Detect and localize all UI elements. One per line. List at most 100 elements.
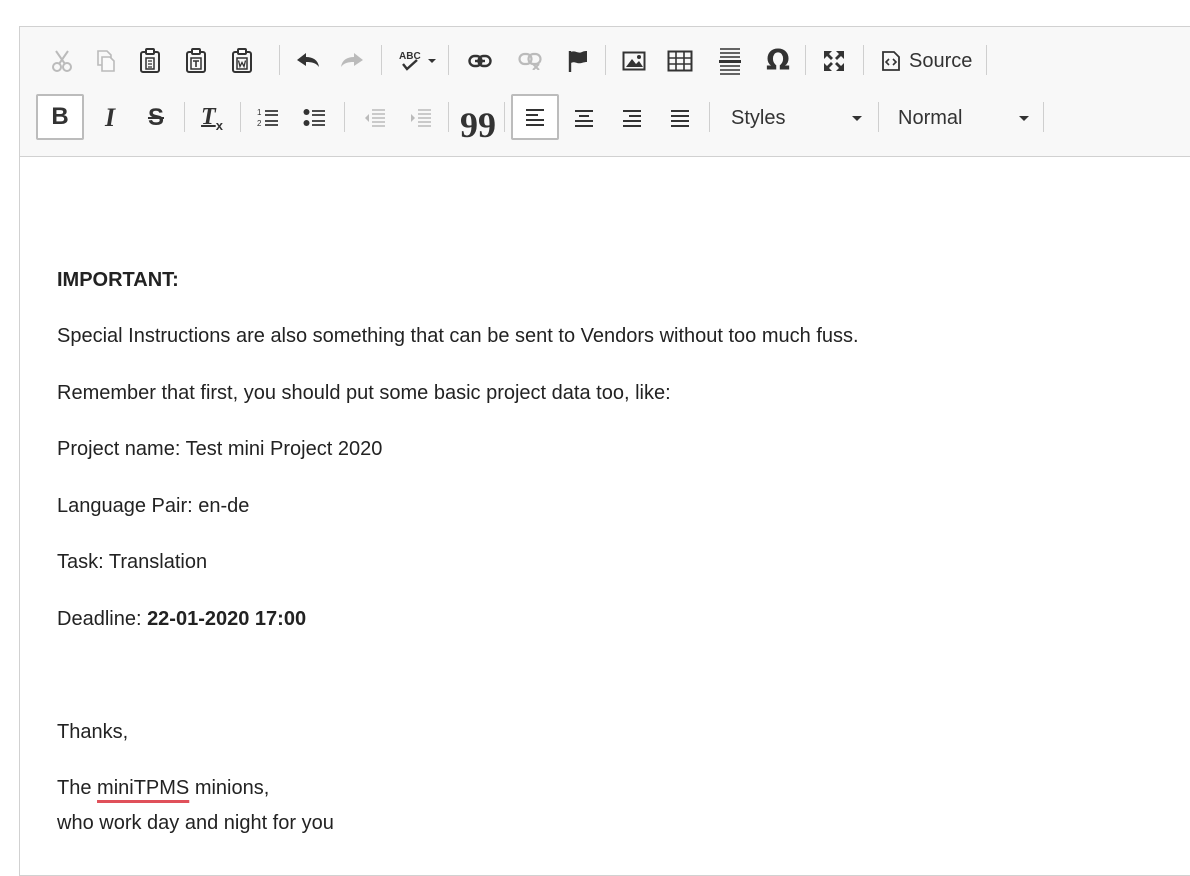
special-char-button[interactable]: Ω	[758, 41, 798, 81]
numbered-list-icon: 12	[257, 108, 278, 128]
clipboard-icon	[140, 48, 160, 73]
align-left-button[interactable]	[511, 94, 559, 140]
toolbar-row-1: ABC Ω Source	[20, 41, 1190, 81]
quote-icon: 99	[460, 105, 496, 145]
align-left-icon	[526, 109, 544, 126]
numbered-list-button[interactable]: 12	[248, 98, 288, 138]
toolbar-separator	[805, 45, 806, 75]
source-label: Source	[909, 49, 973, 72]
toolbar-separator	[279, 45, 280, 75]
source-button[interactable]: Source	[875, 41, 985, 81]
blockquote-button[interactable]: 99	[458, 98, 498, 143]
toolbar-separator	[184, 102, 185, 132]
italic-button[interactable]: I	[90, 98, 130, 138]
paragraph: Remember that first, you should put some…	[57, 382, 671, 404]
copy-button[interactable]	[86, 41, 126, 81]
undo-icon	[297, 53, 319, 67]
toolbar-separator	[863, 45, 864, 75]
undo-button[interactable]	[288, 41, 328, 81]
align-right-button[interactable]	[612, 98, 652, 138]
svg-text:2: 2	[257, 119, 262, 128]
align-center-button[interactable]	[564, 98, 604, 138]
strikethrough-icon: S	[147, 104, 164, 131]
indent-icon	[411, 109, 431, 127]
toolbar-separator	[504, 102, 505, 132]
paste-text-button[interactable]	[176, 41, 216, 81]
paragraph: Special Instructions are also something …	[57, 325, 859, 347]
unlink-button[interactable]	[510, 41, 550, 81]
thanks-line: Thanks,	[57, 721, 129, 743]
scissors-icon	[52, 50, 72, 72]
spellcheck-button[interactable]: ABC	[392, 41, 442, 81]
deadline-label: Deadline:	[57, 608, 148, 630]
toolbar-separator	[448, 45, 449, 75]
table-icon	[667, 50, 693, 72]
code-doc-icon	[882, 51, 900, 71]
remove-format-button[interactable]: Tx	[192, 98, 232, 138]
maximize-button[interactable]	[814, 41, 854, 81]
outdent-icon	[365, 109, 385, 127]
bulleted-list-button[interactable]	[294, 98, 334, 138]
toolbar-separator	[1043, 102, 1044, 132]
redo-button[interactable]	[332, 41, 372, 81]
toolbar-separator	[344, 102, 345, 132]
unlink-icon	[518, 52, 542, 70]
chevron-down-icon	[852, 116, 862, 121]
outdent-button[interactable]	[354, 98, 394, 138]
paste-button[interactable]	[130, 41, 170, 81]
editor-toolbar: ABC Ω Source B I S Tx 1 2 99 Styles Norm…	[20, 27, 1190, 157]
align-center-icon	[575, 110, 593, 127]
toolbar-row-2: B I S Tx 12 99 Styles Normal	[20, 94, 1190, 143]
image-button[interactable]	[614, 41, 654, 81]
justify-button[interactable]	[660, 98, 700, 138]
misspelled-word: miniTPMS	[97, 777, 190, 799]
flag-icon	[568, 51, 587, 72]
italic-icon: I	[104, 103, 116, 132]
lines-icon	[719, 48, 741, 75]
table-button[interactable]	[660, 41, 700, 81]
abc-check-icon: ABC	[399, 51, 421, 71]
indent-button[interactable]	[400, 98, 440, 138]
signature-suffix: minions,	[189, 777, 270, 799]
toolbar-separator	[878, 102, 879, 132]
signature-line-1: The miniTPMS minions,	[57, 777, 269, 800]
chevron-down-icon	[1019, 116, 1029, 121]
redo-icon	[341, 53, 363, 67]
bulleted-list-icon	[303, 109, 325, 126]
heading-important: IMPORTANT:	[57, 269, 179, 291]
chevron-down-icon	[428, 59, 436, 63]
strike-button[interactable]: S	[136, 98, 176, 138]
format-label: Normal	[898, 106, 963, 129]
project-name-line: Project name: Test mini Project 2020	[57, 438, 383, 460]
bold-icon: B	[51, 103, 69, 130]
toolbar-separator	[448, 102, 449, 132]
toolbar-separator	[605, 45, 606, 75]
svg-text:ABC: ABC	[399, 51, 421, 62]
clipboard-text-icon	[186, 48, 206, 73]
deadline-value: 22-01-2020 17:00	[147, 608, 307, 630]
clipboard-word-icon	[232, 48, 252, 73]
remove-format-icon: Tx	[201, 103, 223, 133]
omega-icon: Ω	[766, 44, 790, 77]
svg-text:1: 1	[257, 108, 262, 117]
paste-word-button[interactable]	[222, 41, 262, 81]
toolbar-separator	[986, 45, 987, 75]
horizontal-rule-button[interactable]	[710, 41, 750, 81]
signature-prefix: The	[57, 777, 98, 799]
styles-dropdown[interactable]: Styles	[731, 98, 876, 138]
signature-line-2: who work day and night for you	[57, 812, 334, 834]
copy-icon	[97, 50, 115, 72]
bold-button[interactable]: B	[36, 94, 84, 140]
format-dropdown[interactable]: Normal	[898, 98, 1043, 138]
align-justify-icon	[671, 110, 689, 127]
link-button[interactable]	[460, 41, 500, 81]
toolbar-separator	[381, 45, 382, 75]
anchor-button[interactable]	[558, 41, 598, 81]
toolbar-separator	[240, 102, 241, 132]
expand-icon	[824, 51, 844, 71]
cut-button[interactable]	[42, 41, 82, 81]
toolbar-separator	[709, 102, 710, 132]
align-right-icon	[623, 110, 641, 127]
link-icon	[468, 54, 492, 68]
styles-label: Styles	[731, 106, 786, 129]
